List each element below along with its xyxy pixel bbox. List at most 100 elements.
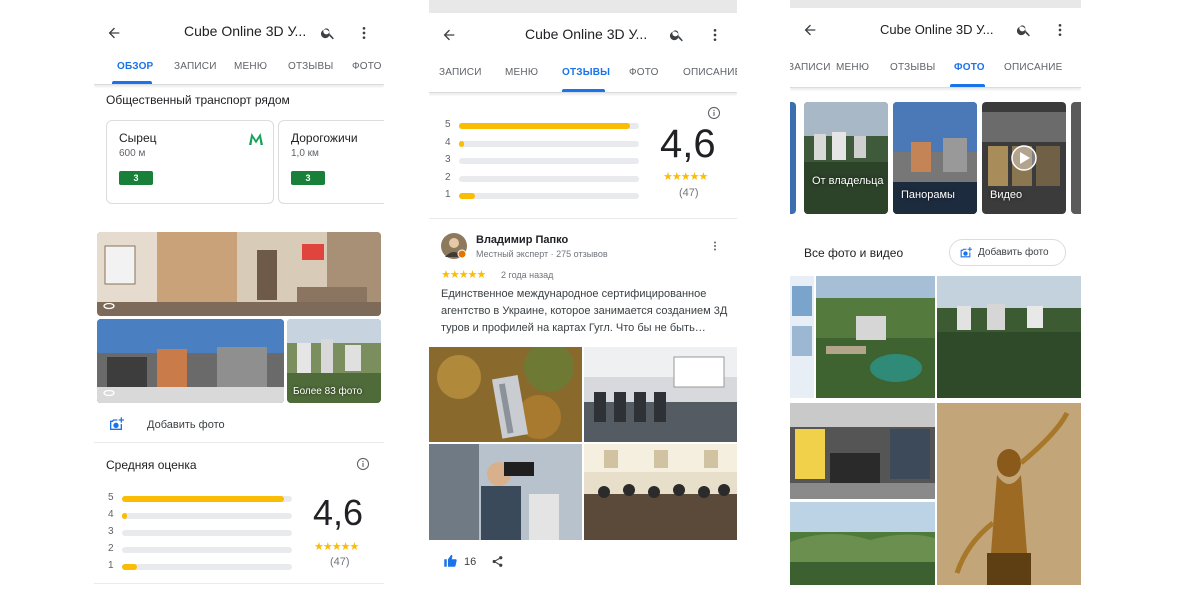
- rating-bar-row: 3: [445, 154, 639, 166]
- rating-bar-track: [122, 513, 292, 519]
- back-arrow-icon[interactable]: [441, 27, 457, 43]
- partial-category-image: [790, 102, 796, 214]
- place-title: Cube Online 3D У...: [184, 23, 307, 39]
- avg-rating-title: Средняя оценка: [106, 458, 197, 472]
- tab-menu[interactable]: МЕНЮ: [234, 61, 267, 72]
- tab-menu[interactable]: МЕНЮ: [505, 67, 538, 78]
- rooftop-image: [97, 319, 284, 403]
- rating-bar-track: [459, 193, 639, 199]
- grid-photo-screenshot[interactable]: [790, 276, 814, 398]
- info-icon[interactable]: [707, 106, 721, 120]
- metro-line-badge: 3: [291, 171, 325, 185]
- grid-photo-valley[interactable]: [816, 276, 935, 398]
- rating-bar-track: [459, 123, 639, 129]
- search-icon[interactable]: [669, 27, 685, 43]
- owner-category-image: [804, 102, 888, 214]
- panorama-photo-rooftop[interactable]: [97, 319, 284, 403]
- all-photos-title: Все фото и видео: [804, 246, 904, 260]
- grid-photo-hills[interactable]: [790, 502, 935, 585]
- metro-icon: [249, 133, 263, 145]
- tab-reviews[interactable]: ОТЗЫВЫ: [562, 67, 610, 78]
- review-more-icon[interactable]: [709, 240, 721, 252]
- tab-description[interactable]: ОПИСАНИЕ: [683, 67, 737, 78]
- screen-reviews: Cube Online 3D У... ЗАПИСИ МЕНЮ ОТЗЫВЫ Ф…: [429, 0, 737, 600]
- conference-room-image: [584, 347, 737, 442]
- back-arrow-icon[interactable]: [106, 25, 122, 41]
- reviewer-avatar[interactable]: [441, 233, 467, 259]
- rating-value: 4,6: [660, 122, 716, 166]
- rating-bar-row: 5: [445, 119, 639, 131]
- rating-bar-row: 4: [108, 509, 292, 521]
- add-photo-link[interactable]: Добавить фото: [147, 419, 225, 431]
- tab-photos[interactable]: ФОТО: [954, 62, 985, 73]
- more-vert-icon[interactable]: [1052, 22, 1068, 38]
- panorama-icon: [103, 389, 115, 397]
- status-bar: [790, 0, 1081, 8]
- tab-photos[interactable]: ФОТО: [629, 67, 659, 78]
- seminar-image: [584, 444, 737, 540]
- thumbs-up-icon[interactable]: [443, 553, 458, 568]
- station-card-dorohozhychi[interactable]: Дорогожичи 1,0 км 3: [278, 120, 384, 204]
- reviewer-name[interactable]: Владимир Папко: [476, 234, 568, 246]
- back-arrow-icon[interactable]: [802, 22, 818, 38]
- rating-bar-fill: [459, 123, 630, 129]
- tab-description[interactable]: ОПИСАНИЕ: [1004, 62, 1063, 73]
- rating-bar-row: 5: [108, 492, 292, 504]
- search-icon[interactable]: [320, 25, 336, 41]
- category-videos[interactable]: Видео: [982, 102, 1066, 214]
- tab-overview[interactable]: ОБЗОР: [117, 61, 153, 72]
- category-owner[interactable]: От владельца: [804, 102, 888, 214]
- category-tile-partial[interactable]: [790, 102, 796, 214]
- rating-bar-label: 1: [445, 189, 451, 200]
- add-photo-icon[interactable]: [108, 416, 124, 432]
- forest-district-image: [937, 276, 1081, 398]
- app-bar: Cube Online 3D У...: [790, 8, 1081, 52]
- review-photo-aerial[interactable]: [429, 347, 582, 442]
- tab-posts[interactable]: ЗАПИСИ: [174, 61, 217, 72]
- category-panoramas[interactable]: Панорамы: [893, 102, 977, 214]
- tab-posts[interactable]: ЗАПИСИ: [439, 67, 482, 78]
- share-icon[interactable]: [491, 555, 504, 568]
- tab-posts[interactable]: ЗАПИСИ: [790, 62, 831, 73]
- valley-image: [816, 276, 935, 398]
- rating-bar-label: 2: [445, 171, 451, 183]
- station-name: Сырец: [119, 131, 157, 145]
- more-vert-icon[interactable]: [356, 25, 372, 41]
- review-text[interactable]: Единственное международное сертифицирова…: [441, 286, 731, 337]
- tab-reviews[interactable]: ОТЗЫВЫ: [288, 61, 333, 72]
- panorama-photo-office[interactable]: [97, 232, 381, 316]
- review-photo-seminar[interactable]: [584, 444, 737, 540]
- tab-menu[interactable]: МЕНЮ: [836, 62, 869, 73]
- add-photo-label: Добавить фото: [978, 247, 1049, 258]
- rating-stars: ★★★★★: [314, 541, 359, 553]
- category-tile-partial[interactable]: [1071, 102, 1081, 214]
- rating-bar-track: [122, 564, 292, 570]
- grid-photo-shop-interior[interactable]: [790, 403, 935, 499]
- rating-bar-label: 4: [445, 136, 451, 148]
- tab-reviews[interactable]: ОТЗЫВЫ: [890, 62, 935, 73]
- rating-bar-track: [459, 140, 639, 147]
- screenshot-image: [790, 276, 814, 398]
- active-tab-indicator: [562, 89, 605, 92]
- status-bar: [429, 0, 737, 13]
- grid-photo-forest-district[interactable]: [937, 276, 1081, 398]
- active-tab-indicator: [950, 84, 985, 87]
- add-photo-button[interactable]: Добавить фото: [949, 239, 1066, 266]
- more-photos-tile[interactable]: Более 83 фото: [287, 319, 381, 403]
- divider: [94, 583, 384, 584]
- rating-bar-row: 3: [108, 526, 292, 538]
- review-photo-conference-room[interactable]: [584, 347, 737, 442]
- rating-bar-row: 1: [108, 560, 292, 572]
- more-vert-icon[interactable]: [707, 27, 723, 43]
- tab-photos[interactable]: ФОТО: [352, 61, 382, 72]
- aerial-tower-image: [429, 347, 582, 442]
- rating-bar-track: [122, 530, 292, 536]
- rating-stars: ★★★★★: [663, 171, 708, 183]
- review-photo-cameraman[interactable]: [429, 444, 582, 540]
- grid-photo-statuette[interactable]: [937, 403, 1081, 585]
- station-card-syrets[interactable]: Сырец 600 м 3: [106, 120, 274, 204]
- search-icon[interactable]: [1016, 22, 1032, 38]
- rating-bar-label: 4: [108, 509, 114, 520]
- panorama-icon: [103, 302, 115, 310]
- info-icon[interactable]: [356, 457, 370, 471]
